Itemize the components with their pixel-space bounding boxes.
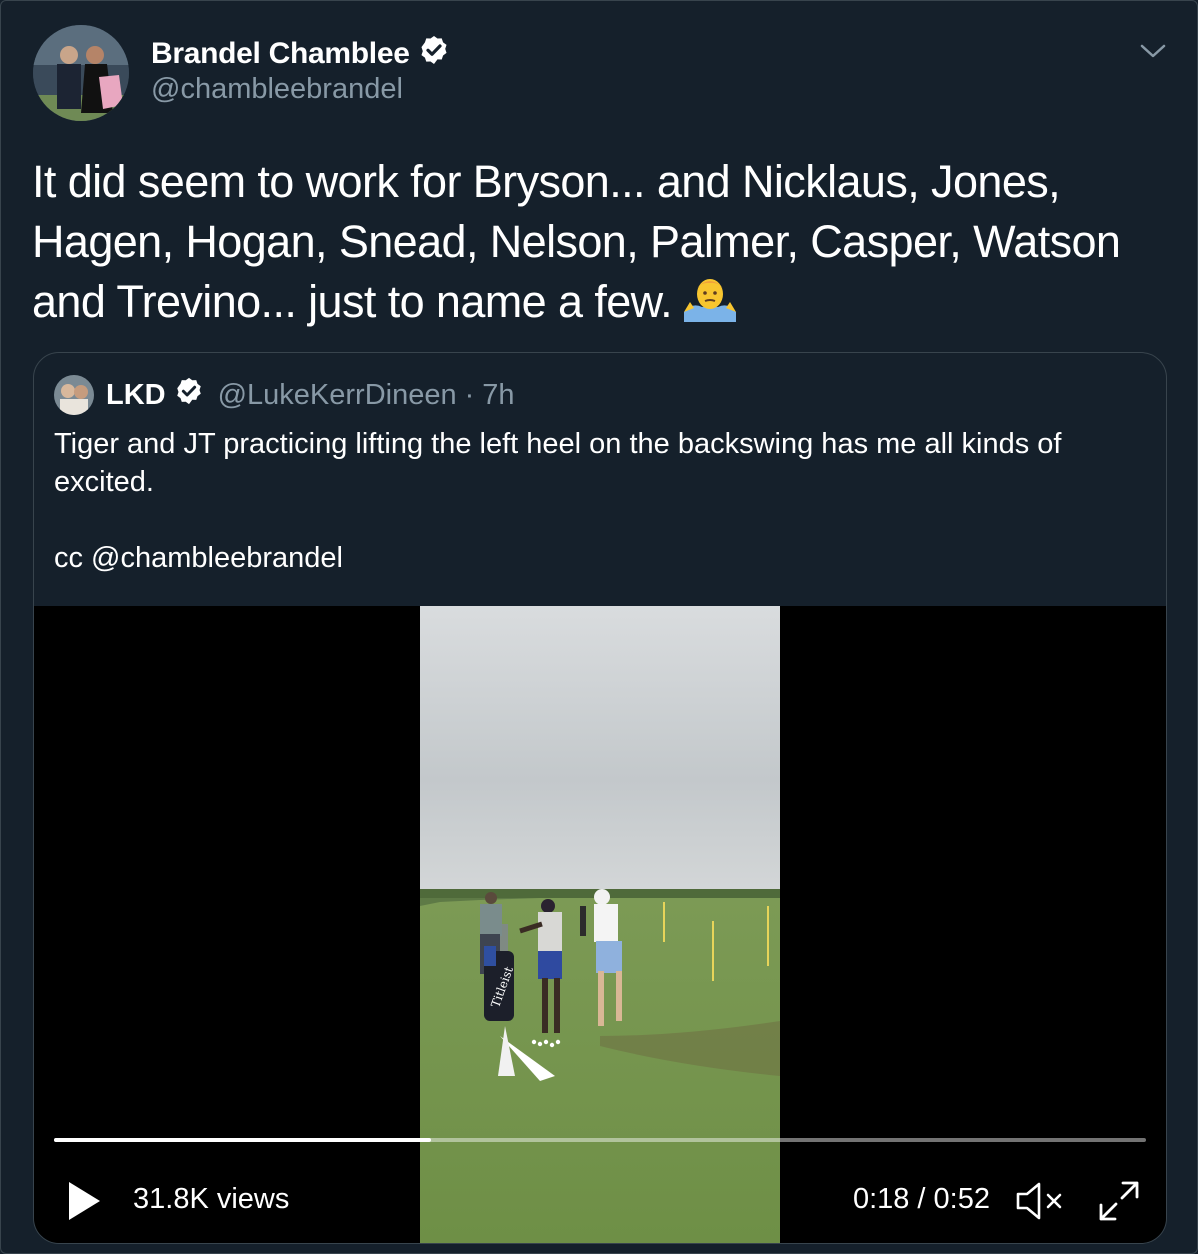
quoted-tweet[interactable]: LKD @LukeKerrDineen · 7h Tiger and JT pr… [33,352,1167,1244]
verified-badge-icon [174,376,204,414]
quoted-author-name[interactable]: LKD [106,379,166,412]
author-handle[interactable]: @chambleebrandel [151,73,403,106]
man-shrugging-emoji-icon [682,274,738,337]
tweet-body: It did seem to work for Bryson... and Ni… [32,156,1121,327]
dot-separator: · [464,378,475,411]
author-name-row[interactable]: Brandel Chamblee [151,34,450,74]
author-name[interactable]: Brandel Chamblee [151,37,410,71]
video-progress-bar[interactable] [54,1138,1146,1142]
video-time: 0:18 / 0:52 [852,1183,990,1215]
video-frame: Titleist [420,606,780,1243]
video-player[interactable]: Titleist 31.8K views 0:18 / 0:52 [34,606,1166,1243]
quoted-author-avatar[interactable] [54,375,94,415]
view-count: 31.8K views [133,1183,290,1215]
chevron-down-icon[interactable] [1138,36,1168,66]
quoted-timestamp[interactable]: 7h [482,379,514,412]
verified-badge-icon [418,34,450,74]
quoted-tweet-text: Tiger and JT practicing lifting the left… [54,428,1062,574]
play-icon[interactable] [64,1179,104,1223]
muted-volume-icon[interactable] [1015,1179,1065,1223]
video-progress-fill [54,1138,431,1142]
tweet-text: It did seem to work for Bryson... and Ni… [32,152,1152,337]
fullscreen-icon[interactable] [1097,1179,1141,1223]
quoted-author-handle[interactable]: @LukeKerrDineen [218,379,457,412]
author-avatar[interactable] [33,25,129,121]
quoted-header: LKD @LukeKerrDineen · 7h [106,376,515,414]
